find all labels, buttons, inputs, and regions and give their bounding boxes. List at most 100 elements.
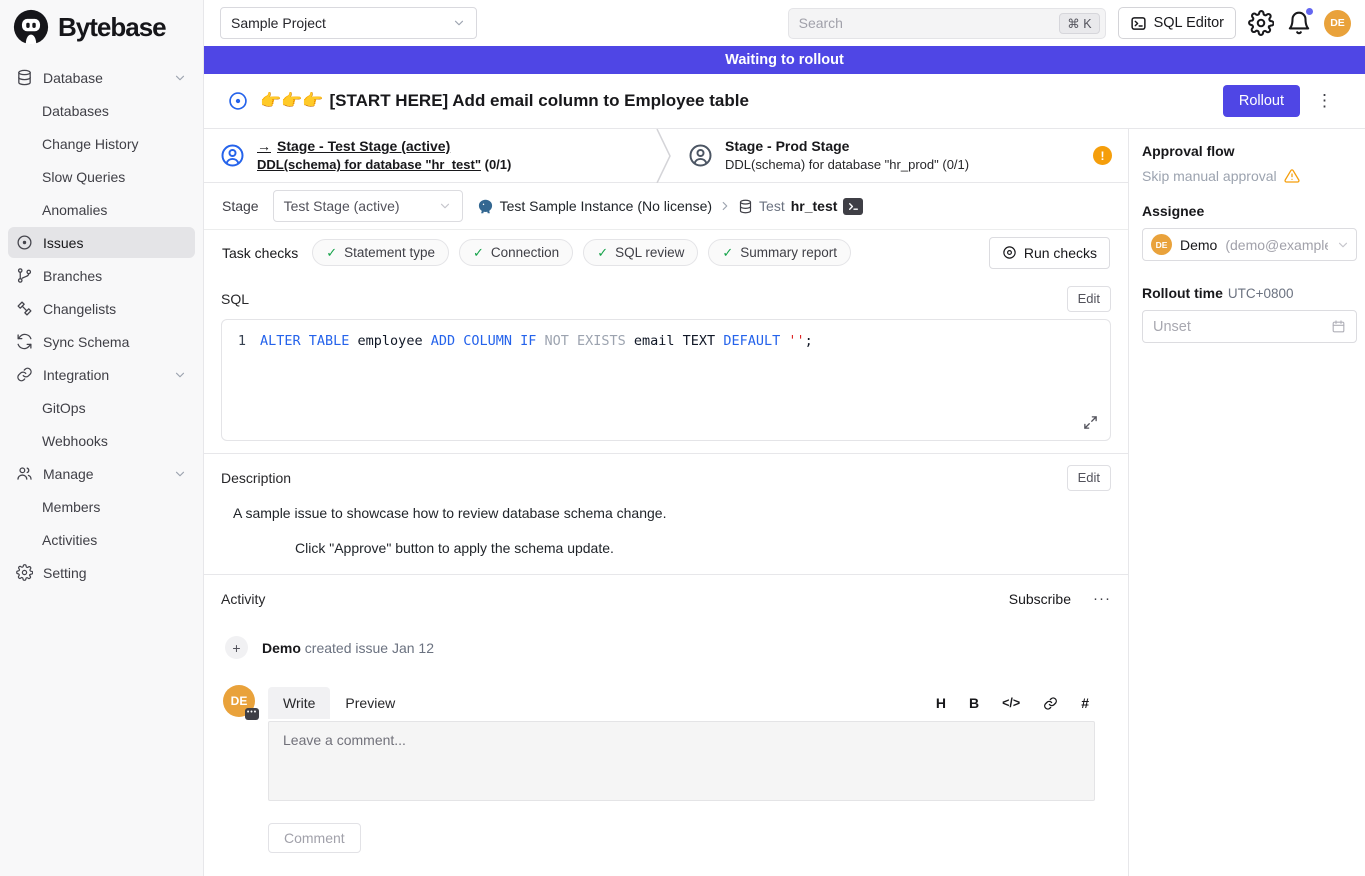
chevron-down-icon bbox=[173, 467, 187, 481]
approval-status-row: Skip manual approval bbox=[1142, 168, 1357, 184]
subscribe-button[interactable]: Subscribe bbox=[1009, 591, 1071, 607]
sidebar-item-label: Issues bbox=[43, 235, 187, 251]
stage-selector-bar: Stage Test Stage (active) Test Sample In… bbox=[204, 183, 1128, 230]
description-edit-button[interactable]: Edit bbox=[1067, 465, 1111, 491]
comment-bubble-icon: ••• bbox=[245, 708, 259, 720]
chevron-down-icon bbox=[173, 368, 187, 382]
tab-write[interactable]: Write bbox=[268, 687, 330, 719]
assignee-select[interactable]: DE Demo (demo@example bbox=[1142, 228, 1357, 261]
comment-editor: DE ••• Write Preview H B </> bbox=[223, 685, 1111, 853]
sidebar-item-change-history[interactable]: Change History bbox=[8, 128, 195, 159]
pointing-emoji: 👉👉👉 bbox=[260, 91, 324, 110]
sidebar-item-setting[interactable]: Setting bbox=[8, 557, 195, 588]
check-pill-summary-report[interactable]: ✓Summary report bbox=[708, 239, 851, 266]
database-breadcrumb: Test Sample Instance (No license) Test h… bbox=[477, 198, 864, 215]
app-window: Bytebase Database Databases Change Histo… bbox=[0, 0, 1365, 876]
stage-select[interactable]: Test Stage (active) bbox=[273, 190, 463, 222]
kebab-menu-icon[interactable]: ⋮ bbox=[1312, 91, 1337, 111]
status-banner: Waiting to rollout bbox=[204, 46, 1365, 74]
body-row: →Stage - Test Stage (active) DDL(schema)… bbox=[204, 129, 1365, 876]
database-icon bbox=[16, 69, 33, 86]
sidebar-item-label: Sync Schema bbox=[43, 334, 187, 350]
link-icon bbox=[16, 366, 33, 383]
sidebar-item-slow-queries[interactable]: Slow Queries bbox=[8, 161, 195, 192]
sidebar-item-webhooks[interactable]: Webhooks bbox=[8, 425, 195, 456]
sql-code-box[interactable]: 1 ALTER TABLE employee ADD COLUMN IF NOT… bbox=[221, 319, 1111, 441]
search-box[interactable]: ⌘ K bbox=[788, 8, 1106, 39]
link-icon[interactable] bbox=[1043, 696, 1058, 711]
open-in-sql-editor-icon[interactable] bbox=[843, 198, 863, 215]
sql-editor-button[interactable]: SQL Editor bbox=[1118, 7, 1236, 39]
sidebar-item-sync-schema[interactable]: Sync Schema bbox=[8, 326, 195, 357]
main-column: Sample Project ⌘ K SQL Editor DE bbox=[204, 0, 1365, 876]
check-pill-statement-type[interactable]: ✓Statement type bbox=[312, 239, 449, 266]
issue-title-row: 👉👉👉 [START HERE] Add email column to Empl… bbox=[204, 74, 1365, 129]
rollout-time-placeholder: Unset bbox=[1153, 319, 1331, 335]
sidebar-item-issues[interactable]: Issues bbox=[8, 227, 195, 258]
main-content: →Stage - Test Stage (active) DDL(schema)… bbox=[204, 129, 1128, 876]
search-input[interactable] bbox=[799, 15, 1060, 31]
timezone-label: UTC+0800 bbox=[1228, 286, 1294, 301]
check-icon: ✓ bbox=[597, 245, 608, 261]
sidebar-item-branches[interactable]: Branches bbox=[8, 260, 195, 291]
stage-label: Stage bbox=[222, 198, 259, 214]
current-stage-arrow: → bbox=[257, 138, 271, 154]
stage-card-test[interactable]: →Stage - Test Stage (active) DDL(schema)… bbox=[204, 129, 656, 182]
rollout-time-input[interactable]: Unset bbox=[1142, 310, 1357, 343]
check-icon: ✓ bbox=[326, 245, 337, 261]
hash-icon[interactable]: # bbox=[1081, 695, 1089, 711]
rollout-time-title: Rollout timeUTC+0800 bbox=[1142, 285, 1357, 301]
database-name[interactable]: hr_test bbox=[791, 198, 838, 214]
comment-editor-body: Write Preview H B </> # bbox=[268, 685, 1095, 853]
sidebar-item-database[interactable]: Database bbox=[8, 62, 195, 93]
sidebar-item-activities[interactable]: Activities bbox=[8, 524, 195, 555]
assignee-title: Assignee bbox=[1142, 203, 1357, 219]
approval-flow-title: Approval flow bbox=[1142, 143, 1357, 159]
issue-title-text: [START HERE] Add email column to Employe… bbox=[330, 91, 749, 110]
pencil-ruler-icon bbox=[16, 300, 33, 317]
activity-event: + Demo created issue Jan 12 bbox=[225, 636, 1111, 659]
sidebar-item-databases[interactable]: Databases bbox=[8, 95, 195, 126]
sidebar-item-members[interactable]: Members bbox=[8, 491, 195, 522]
sidebar-item-label: Activities bbox=[42, 532, 187, 548]
terminal-icon bbox=[1130, 15, 1147, 32]
stage-title: Stage - Prod Stage bbox=[725, 136, 969, 156]
sidebar-item-label: Anomalies bbox=[42, 202, 187, 218]
run-checks-button[interactable]: Run checks bbox=[989, 237, 1110, 269]
notifications-bell-button[interactable] bbox=[1286, 10, 1312, 36]
sidebar-item-integration[interactable]: Integration bbox=[8, 359, 195, 390]
sidebar-item-label: Slow Queries bbox=[42, 169, 187, 185]
stage-separator bbox=[656, 129, 672, 183]
stage-subtitle: DDL(schema) for database "hr_test" (0/1) bbox=[257, 156, 511, 175]
tab-preview[interactable]: Preview bbox=[330, 687, 410, 719]
rollout-button[interactable]: Rollout bbox=[1223, 85, 1300, 117]
stage-select-value: Test Stage (active) bbox=[284, 198, 438, 214]
editor-tabs: Write Preview H B </> # bbox=[268, 685, 1095, 721]
brand-logo[interactable]: Bytebase bbox=[0, 0, 203, 52]
sidebar-item-changelists[interactable]: Changelists bbox=[8, 293, 195, 324]
stage-progress: (0/1) bbox=[485, 157, 512, 172]
check-pill-sql-review[interactable]: ✓SQL review bbox=[583, 239, 698, 266]
settings-gear-button[interactable] bbox=[1248, 10, 1274, 36]
bold-icon[interactable]: B bbox=[969, 695, 979, 711]
more-options-icon[interactable]: ··· bbox=[1093, 590, 1111, 607]
sidebar-item-anomalies[interactable]: Anomalies bbox=[8, 194, 195, 225]
users-icon bbox=[16, 465, 33, 482]
instance-name[interactable]: Test Sample Instance (No license) bbox=[500, 198, 712, 214]
expand-icon[interactable] bbox=[1083, 415, 1098, 430]
comment-input[interactable] bbox=[268, 721, 1095, 801]
check-pill-connection[interactable]: ✓Connection bbox=[459, 239, 573, 266]
stage-text: →Stage - Test Stage (active) DDL(schema)… bbox=[257, 136, 511, 175]
comment-submit-button[interactable]: Comment bbox=[268, 823, 361, 853]
project-select[interactable]: Sample Project bbox=[220, 7, 477, 39]
sql-edit-button[interactable]: Edit bbox=[1067, 286, 1111, 312]
sidebar-item-gitops[interactable]: GitOps bbox=[8, 392, 195, 423]
stage-card-prod[interactable]: Stage - Prod Stage DDL(schema) for datab… bbox=[672, 129, 1128, 182]
sidebar-nav: Database Databases Change History Slow Q… bbox=[0, 52, 203, 600]
sidebar-item-manage[interactable]: Manage bbox=[8, 458, 195, 489]
issue-title: 👉👉👉 [START HERE] Add email column to Empl… bbox=[260, 91, 1211, 111]
stage-subtitle: DDL(schema) for database "hr_prod" (0/1) bbox=[725, 156, 969, 175]
user-avatar[interactable]: DE bbox=[1324, 10, 1351, 37]
heading-icon[interactable]: H bbox=[936, 695, 946, 711]
code-icon[interactable]: </> bbox=[1002, 696, 1020, 710]
